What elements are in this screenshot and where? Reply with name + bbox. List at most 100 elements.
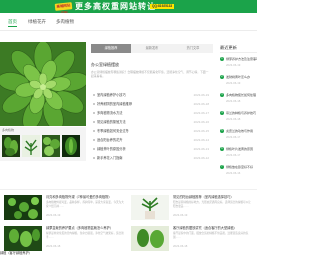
card-title: 常见的阳台绿植推荐（室内绿植选择技巧） — [173, 195, 234, 199]
tab-popular[interactable]: 热门文章 — [173, 44, 213, 53]
sidebar-item-title: 多肉植物徒长如何处理 — [226, 93, 257, 97]
card-excerpt: 多肉植物外观可爱，品种多样，养护简单，深受大家喜爱，今天为大家介绍几种…… — [46, 201, 124, 208]
list-item-date: 2023-06-13 — [193, 147, 209, 151]
hero-image[interactable] — [0, 42, 86, 126]
sidebar-item-title: 发财树黄叶怎么办 — [226, 75, 251, 79]
sidebar-title: 最近更新 — [220, 45, 237, 50]
sidebar-item[interactable]: 7 绿植放在卧室好不好 2023-06-16 — [220, 164, 257, 182]
plant-thumb-image — [22, 135, 40, 157]
sidebar-item-title: 绿植叶片发黄的原因 — [226, 147, 254, 151]
list-item[interactable]: 好养耐阴的室内绿植推荐 2023-06-18 — [91, 100, 211, 109]
thumbnail-caption: 多肉植物 — [2, 128, 15, 132]
thumbnail-strip: 多肉植物 — [0, 127, 86, 161]
sidebar-item[interactable]: 4 吊兰的种植与养护技巧 2023-06-18 — [220, 110, 257, 128]
thumbnail-2[interactable] — [22, 135, 40, 157]
list-item[interactable]: 新手养花入门指南 2023-06-12 — [91, 154, 211, 163]
sidebar-item-date: 2023-06-17 — [226, 135, 241, 139]
sidebar-item-title: 虎皮兰的功效与作用 — [226, 129, 254, 133]
bottom-caption[interactable]: 绿植（客厅绿植养护） — [0, 250, 32, 256]
list-item-date: 2023-06-16 — [193, 120, 209, 124]
list-item-title: 新手养花入门指南 — [97, 156, 123, 160]
bullet-icon — [93, 112, 95, 114]
card-date: 2023-06-19 — [46, 213, 61, 217]
sidebar-item-date: 2023-06-18 — [226, 117, 241, 121]
rank-icon: 6 — [220, 147, 224, 151]
bullet-icon — [93, 121, 95, 123]
article-card[interactable]: 月亮和多肉植物外观（7种最可爱的多肉植物） 多肉植物外观可爱，品种多样，养护简单… — [4, 195, 129, 220]
promo-banner[interactable]: 高端网站定制 更多高权重网站转让 QQ:81925133 — [0, 0, 257, 13]
bullet-icon — [93, 130, 95, 132]
plant-photo — [131, 195, 169, 220]
list-item-title: 室内绿植养护小技巧 — [97, 93, 126, 97]
article-card[interactable]: 常见的阳台绿植推荐（室内绿植选择技巧） 阳台是养绿植的好地方，光照充足通风良好，… — [131, 195, 256, 220]
tab-recommend[interactable]: 绿植推荐 — [91, 44, 131, 53]
bullet-icon — [93, 157, 95, 159]
thumbnail-1[interactable] — [2, 135, 20, 157]
bullet-icon — [93, 139, 95, 141]
sidebar-item[interactable]: 6 绿植叶片发黄的原因 2023-06-17 — [220, 146, 257, 164]
list-item-date: 2023-06-18 — [193, 102, 209, 106]
list-item-date: 2023-06-14 — [193, 138, 209, 142]
sidebar-item-date: 2023-06-17 — [226, 153, 241, 157]
list-item-title: 多肉植物浇水方法 — [97, 111, 123, 115]
article-card[interactable]: 客厅绿植的摆放讲究（适合客厅的大型绿植） 客厅是家中的门面，摆放合适的绿植不但美… — [131, 226, 256, 251]
sidebar-item[interactable]: 5 虎皮兰的功效与作用 2023-06-17 — [220, 128, 257, 146]
rank-icon: 4 — [220, 111, 224, 115]
card-image — [131, 195, 169, 220]
card-image — [4, 195, 42, 220]
card-title: 绿萝盆栽的养护要点（多肉植物盆栽怎么养护） — [46, 226, 113, 230]
feature-title[interactable]: 办公室绿植摆放 — [91, 62, 119, 68]
promo-qq: QQ:81925133 — [150, 4, 175, 9]
sidebar-item-date: 2023-06-19 — [226, 63, 241, 67]
nav-item-home[interactable]: 首页 — [8, 18, 17, 27]
tab-latest[interactable]: 最新发布 — [132, 44, 172, 53]
plant-photo — [131, 226, 169, 251]
sidebar-item-title: 吊兰的种植与养护技巧 — [226, 111, 257, 115]
nav-item-foliage[interactable]: 绿植花卉 — [28, 18, 46, 26]
plant-photo — [4, 226, 42, 251]
bullet-icon — [93, 148, 95, 150]
card-title: 客厅绿植的摆放讲究（适合客厅的大型绿植） — [173, 226, 237, 230]
list-item-title: 冬季绿植如何安全过冬 — [97, 129, 129, 133]
list-item[interactable]: 室内绿植养护小技巧 2023-06-19 — [91, 91, 211, 100]
card-date: 2023-06-18 — [46, 244, 61, 248]
promo-badge: 高端网站定制 — [54, 2, 73, 13]
section-divider — [0, 189, 257, 190]
plant-thumb-image — [42, 135, 60, 157]
plant-thumb-image — [2, 135, 20, 157]
sidebar-item-title: 绿植放在卧室好不好 — [226, 165, 254, 169]
sidebar-item-title: 绿萝养护方法及注意事项 — [226, 57, 257, 61]
list-item[interactable]: 绿植黄叶的原因分析 2023-06-13 — [91, 145, 211, 154]
sidebar-item-date: 2023-06-16 — [226, 171, 241, 175]
sidebar-item[interactable]: 1 绿萝养护方法及注意事项 2023-06-19 — [220, 56, 257, 74]
nav-item-succulents[interactable]: 多肉植物 — [56, 18, 74, 26]
rank-icon: 3 — [220, 93, 224, 97]
list-item[interactable]: 常见绿植的繁殖方法 2023-06-16 — [91, 118, 211, 127]
rank-icon: 7 — [220, 165, 224, 169]
sidebar-item[interactable]: 3 多肉植物徒长如何处理 2023-06-18 — [220, 92, 257, 110]
list-item[interactable]: 多肉植物浇水方法 2023-06-17 — [91, 109, 211, 118]
card-date: 2023-06-18 — [173, 244, 188, 248]
bullet-icon — [93, 103, 95, 105]
article-card[interactable]: 绿萝盆栽的养护要点（多肉植物盆栽怎么养护） 绿萝是非常常见的室内绿植，生命力顽强… — [4, 226, 129, 251]
plant-thumb-image — [62, 135, 80, 157]
thumbnail-4[interactable] — [62, 135, 80, 157]
card-excerpt: 客厅是家中的门面，摆放合适的绿植不但美观，还能营造良好的氛围…… — [173, 232, 249, 239]
sidebar-divider — [220, 52, 257, 53]
list-item[interactable]: 冬季绿植如何安全过冬 2023-06-15 — [91, 127, 211, 136]
rank-icon: 1 — [220, 57, 224, 61]
list-item-date: 2023-06-17 — [193, 111, 209, 115]
sidebar-item[interactable]: 2 发财树黄叶怎么办 2023-06-19 — [220, 74, 257, 92]
rank-icon: 5 — [220, 129, 224, 133]
card-image — [131, 226, 169, 251]
list-item-date: 2023-06-12 — [193, 156, 209, 160]
card-title: 月亮和多肉植物外观（7种最可爱的多肉植物） — [46, 195, 112, 199]
list-item-title: 绿植黄叶的原因分析 — [97, 147, 126, 151]
thumbnail-3[interactable] — [42, 135, 60, 157]
list-item[interactable]: 适合阳台养的花卉 2023-06-14 — [91, 136, 211, 145]
sidebar-item-date: 2023-06-19 — [226, 81, 241, 85]
card-excerpt: 阳台是养绿植的好地方，光照充足通风良好，选择适合的绿植可以让阳台更美…… — [173, 201, 251, 208]
bullet-icon — [93, 94, 95, 96]
succulent-photo — [0, 42, 86, 126]
main-nav: 首页 绿植花卉 多肉植物 — [0, 14, 257, 31]
